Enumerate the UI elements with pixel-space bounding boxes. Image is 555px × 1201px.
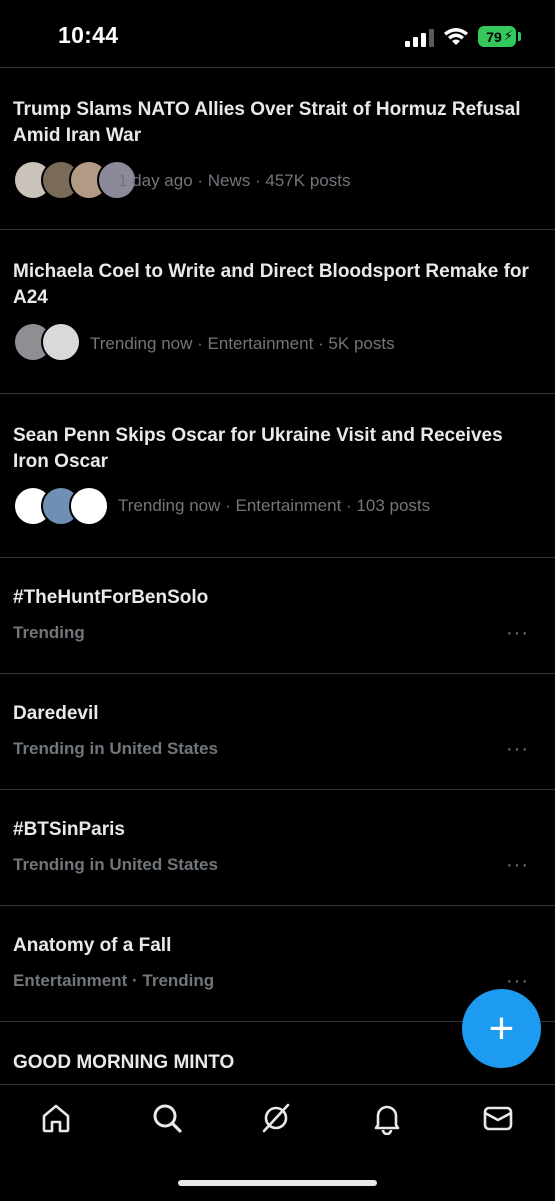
more-options-icon[interactable]: ··· bbox=[506, 855, 529, 875]
trend-context: Trending in United States bbox=[13, 739, 218, 758]
avatar bbox=[69, 486, 109, 526]
trend-name: Daredevil bbox=[13, 703, 99, 724]
story-title: Trump Slams NATO Allies Over Strait of H… bbox=[13, 99, 521, 146]
battery-tip bbox=[518, 32, 521, 41]
battery-level: 79 bbox=[486, 28, 502, 45]
story-title: Michaela Coel to Write and Direct Bloods… bbox=[13, 261, 529, 308]
story-avatars bbox=[13, 160, 137, 200]
trend-item[interactable]: Daredevil Trending in United States ··· bbox=[0, 674, 555, 789]
cellular-signal-icon bbox=[405, 29, 434, 47]
search-icon[interactable] bbox=[150, 1101, 184, 1135]
plus-icon: + bbox=[488, 1003, 515, 1053]
trending-story[interactable]: Trump Slams NATO Allies Over Strait of H… bbox=[0, 68, 555, 229]
charging-bolt-icon: ⚡ bbox=[503, 28, 513, 43]
more-options-icon[interactable]: ··· bbox=[506, 971, 529, 991]
story-meta: 1 day ago · News · 457K posts bbox=[118, 171, 351, 190]
trend-item[interactable]: #BTSinParis Trending in United States ··… bbox=[0, 790, 555, 905]
trend-context: Entertainment · Trending bbox=[13, 971, 215, 990]
wifi-icon bbox=[444, 28, 468, 45]
status-time: 10:44 bbox=[58, 22, 119, 48]
trending-story[interactable]: Sean Penn Skips Oscar for Ukraine Visit … bbox=[0, 394, 555, 557]
trend-name: #TheHuntForBenSolo bbox=[13, 587, 209, 608]
trend-name: Anatomy of a Fall bbox=[13, 935, 172, 956]
home-indicator[interactable] bbox=[178, 1180, 377, 1186]
trend-name: GOOD MORNING MINTO bbox=[13, 1052, 235, 1073]
trending-story[interactable]: Michaela Coel to Write and Direct Bloods… bbox=[0, 230, 555, 393]
notifications-icon[interactable] bbox=[370, 1101, 404, 1135]
story-title: Sean Penn Skips Oscar for Ukraine Visit … bbox=[13, 425, 503, 472]
compose-post-button[interactable]: + bbox=[462, 989, 541, 1068]
story-avatars bbox=[13, 322, 81, 362]
status-bar: 10:44 79 ⚡ bbox=[0, 0, 555, 70]
more-options-icon[interactable]: ··· bbox=[506, 739, 529, 759]
battery-indicator: 79 ⚡ bbox=[478, 26, 516, 47]
trend-name: #BTSinParis bbox=[13, 819, 125, 840]
story-avatars bbox=[13, 486, 109, 526]
trend-context: Trending bbox=[13, 623, 85, 642]
trend-context: Trending in United States bbox=[13, 855, 218, 874]
story-meta: Trending now · Entertainment · 5K posts bbox=[90, 334, 395, 353]
avatar bbox=[41, 322, 81, 362]
more-options-icon[interactable]: ··· bbox=[506, 623, 529, 643]
messages-icon[interactable] bbox=[481, 1101, 515, 1135]
home-icon[interactable] bbox=[39, 1101, 73, 1135]
grok-icon[interactable] bbox=[259, 1101, 293, 1135]
story-meta: Trending now · Entertainment · 103 posts bbox=[118, 496, 431, 515]
trend-item[interactable]: #TheHuntForBenSolo Trending ··· bbox=[0, 558, 555, 673]
